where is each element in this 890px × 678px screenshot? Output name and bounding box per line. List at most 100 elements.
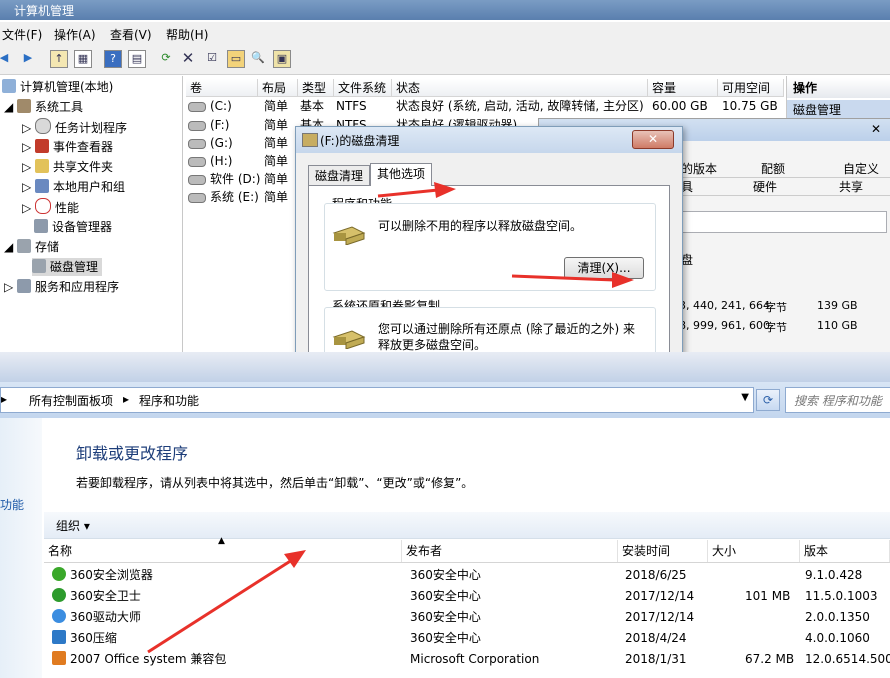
show-tree-icon[interactable]: ▦ [74,50,92,68]
actions-header: 操作 [787,78,890,98]
tree-services[interactable]: ▷ 服务和应用程序 [4,278,119,296]
tools-icon [17,99,32,113]
tree-item-event-viewer[interactable]: ▷ 事件查看器 [22,138,113,156]
tree-disk-management[interactable]: 磁盘管理 [32,258,103,276]
program-row[interactable]: 360安全卫士 [52,586,141,607]
volume-row[interactable]: (G:) [188,134,233,152]
task-link-features[interactable]: 功能 [0,496,24,513]
properties-tabs-row1: 的版本 配额 自定义 [679,159,890,178]
program-name: 360驱动大师 [70,610,141,624]
volume-label-field[interactable] [679,211,887,233]
organize-button[interactable]: 组织 ▾ [56,517,90,534]
col-type[interactable]: 类型 [298,79,334,97]
volume-layout: 简单 [264,99,289,113]
col-free[interactable]: 可用空间 [718,79,784,97]
tree-item-label: 设备管理器 [52,220,113,234]
tree-root-label: 计算机管理(本地) [20,80,114,94]
tab-sharing[interactable]: 共享 [839,178,863,195]
open-folder-icon[interactable]: ▭ [227,50,245,68]
search-icon[interactable]: 🔍 [250,50,266,66]
volume-row[interactable]: 系统 (E:) [188,188,259,206]
breadcrumb-control-panel[interactable]: 所有控制面板项 [29,392,113,409]
tree-item-shared-folders[interactable]: ▷ 共享文件夹 [22,158,113,176]
address-dropdown-icon[interactable]: ▼ [741,392,749,403]
menu-view[interactable]: 查看(V) [110,26,152,43]
tree-item-users-groups[interactable]: ▷ 本地用户和组 [22,178,125,196]
360-browser-icon [52,567,66,581]
help-icon[interactable]: ? [104,50,122,68]
address-bar[interactable]: ▸ 所有控制面板项 ▸ 程序和功能 ▼ [0,387,754,413]
program-version: 12.0.6514.5001 [805,652,890,666]
properties-icon[interactable]: ☑ [204,50,220,66]
programs-drive-icon [332,223,366,246]
col-status[interactable]: 状态 [392,79,648,97]
col-publisher[interactable]: 发布者 [402,540,618,562]
performance-icon [35,198,52,214]
program-publisher: 360安全中心 [410,631,481,645]
col-capacity[interactable]: 容量 [648,79,718,97]
360-security-icon [52,588,66,602]
up-folder-icon[interactable]: ↑ [50,50,68,68]
col-size[interactable]: 大小 [708,540,800,562]
used-space-gb: 139 GB [817,299,858,312]
tree-item-performance[interactable]: ▷ 性能 [22,198,79,216]
volume-row[interactable]: 软件 (D:) [188,170,260,188]
menu-help[interactable]: 帮助(H) [166,26,208,43]
volume-fs: NTFS [336,99,367,113]
properties-close-icon[interactable]: ✕ [865,122,887,137]
volume-layout: 简单 [264,172,289,186]
volume-row[interactable]: (C:) [188,97,232,115]
refresh-icon[interactable]: ⟳ [158,50,174,66]
tree-item-label: 事件查看器 [53,140,114,154]
cleanup-button[interactable]: 清理(X)... [564,257,644,279]
disk-cleanup-dialog: (F:)的磁盘清理 ✕ 磁盘清理 其他选项 程序和功能 可以删除不用的程序以释放… [295,126,683,368]
tab-hardware[interactable]: 硬件 [753,178,777,195]
back-icon[interactable]: ◀ [0,50,12,66]
window-seam [0,352,890,384]
refresh-icon[interactable]: ⟳ [756,389,780,411]
office-compat-icon [52,651,66,665]
tab-quota[interactable]: 配额 [761,160,785,177]
actions-disk-management[interactable]: 磁盘管理 [787,100,890,120]
program-date: 2018/6/25 [625,568,687,582]
tree-storage[interactable]: ◢ 存储 [4,238,59,256]
export-icon[interactable]: ▣ [273,50,291,68]
program-size: 101 MB [745,589,791,603]
program-date: 2017/12/14 [625,610,695,624]
volume-row[interactable]: (H:) [188,152,232,170]
menu-action[interactable]: 操作(A) [54,26,96,43]
program-date: 2017/12/14 [625,589,695,603]
program-row[interactable]: 360驱动大师 [52,607,141,628]
tab-disk-cleanup[interactable]: 磁盘清理 [308,165,371,186]
tab-version[interactable]: 的版本 [681,160,717,177]
col-version[interactable]: 版本 [800,540,890,562]
program-row[interactable]: 360压缩 [52,628,117,649]
program-name: 360安全卫士 [70,589,141,603]
tab-more-options[interactable]: 其他选项 [370,163,433,186]
col-install-date[interactable]: 安装时间 [618,540,708,562]
page-heading: 卸载或更改程序 [76,444,189,463]
tree-item-label: 本地用户和组 [53,180,126,194]
program-version: 2.0.0.1350 [805,610,870,624]
menu-file[interactable]: 文件(F) [2,26,42,43]
program-row[interactable]: 360安全浏览器 [52,565,153,586]
search-input[interactable]: 搜索 程序和功能 [785,387,890,413]
tab-customize[interactable]: 自定义 [843,160,879,177]
tree-item-task-scheduler[interactable]: ▷ 任务计划程序 [22,118,127,136]
tree-item-device-manager[interactable]: 设备管理器 [34,218,112,236]
tree-root[interactable]: 计算机管理(本地) [2,78,113,96]
program-version: 9.1.0.428 [805,568,863,582]
volume-row[interactable]: (F:) [188,116,229,134]
program-row[interactable]: 2007 Office system 兼容包 [52,649,226,670]
volume-layout: 简单 [264,136,289,150]
breadcrumb-programs[interactable]: 程序和功能 [139,392,199,409]
dialog-close-button[interactable]: ✕ [632,130,674,149]
col-filesystem[interactable]: 文件系统 [334,79,392,97]
tree-system-tools[interactable]: ◢ 系统工具 [4,98,83,116]
col-layout[interactable]: 布局 [258,79,298,97]
window-titlebar: 计算机管理 [0,0,890,20]
forward-icon[interactable]: ▶ [20,50,36,66]
delete-icon[interactable]: ✕ [180,50,196,66]
col-volume[interactable]: 卷 [186,79,258,97]
view-icon[interactable]: ▤ [128,50,146,68]
